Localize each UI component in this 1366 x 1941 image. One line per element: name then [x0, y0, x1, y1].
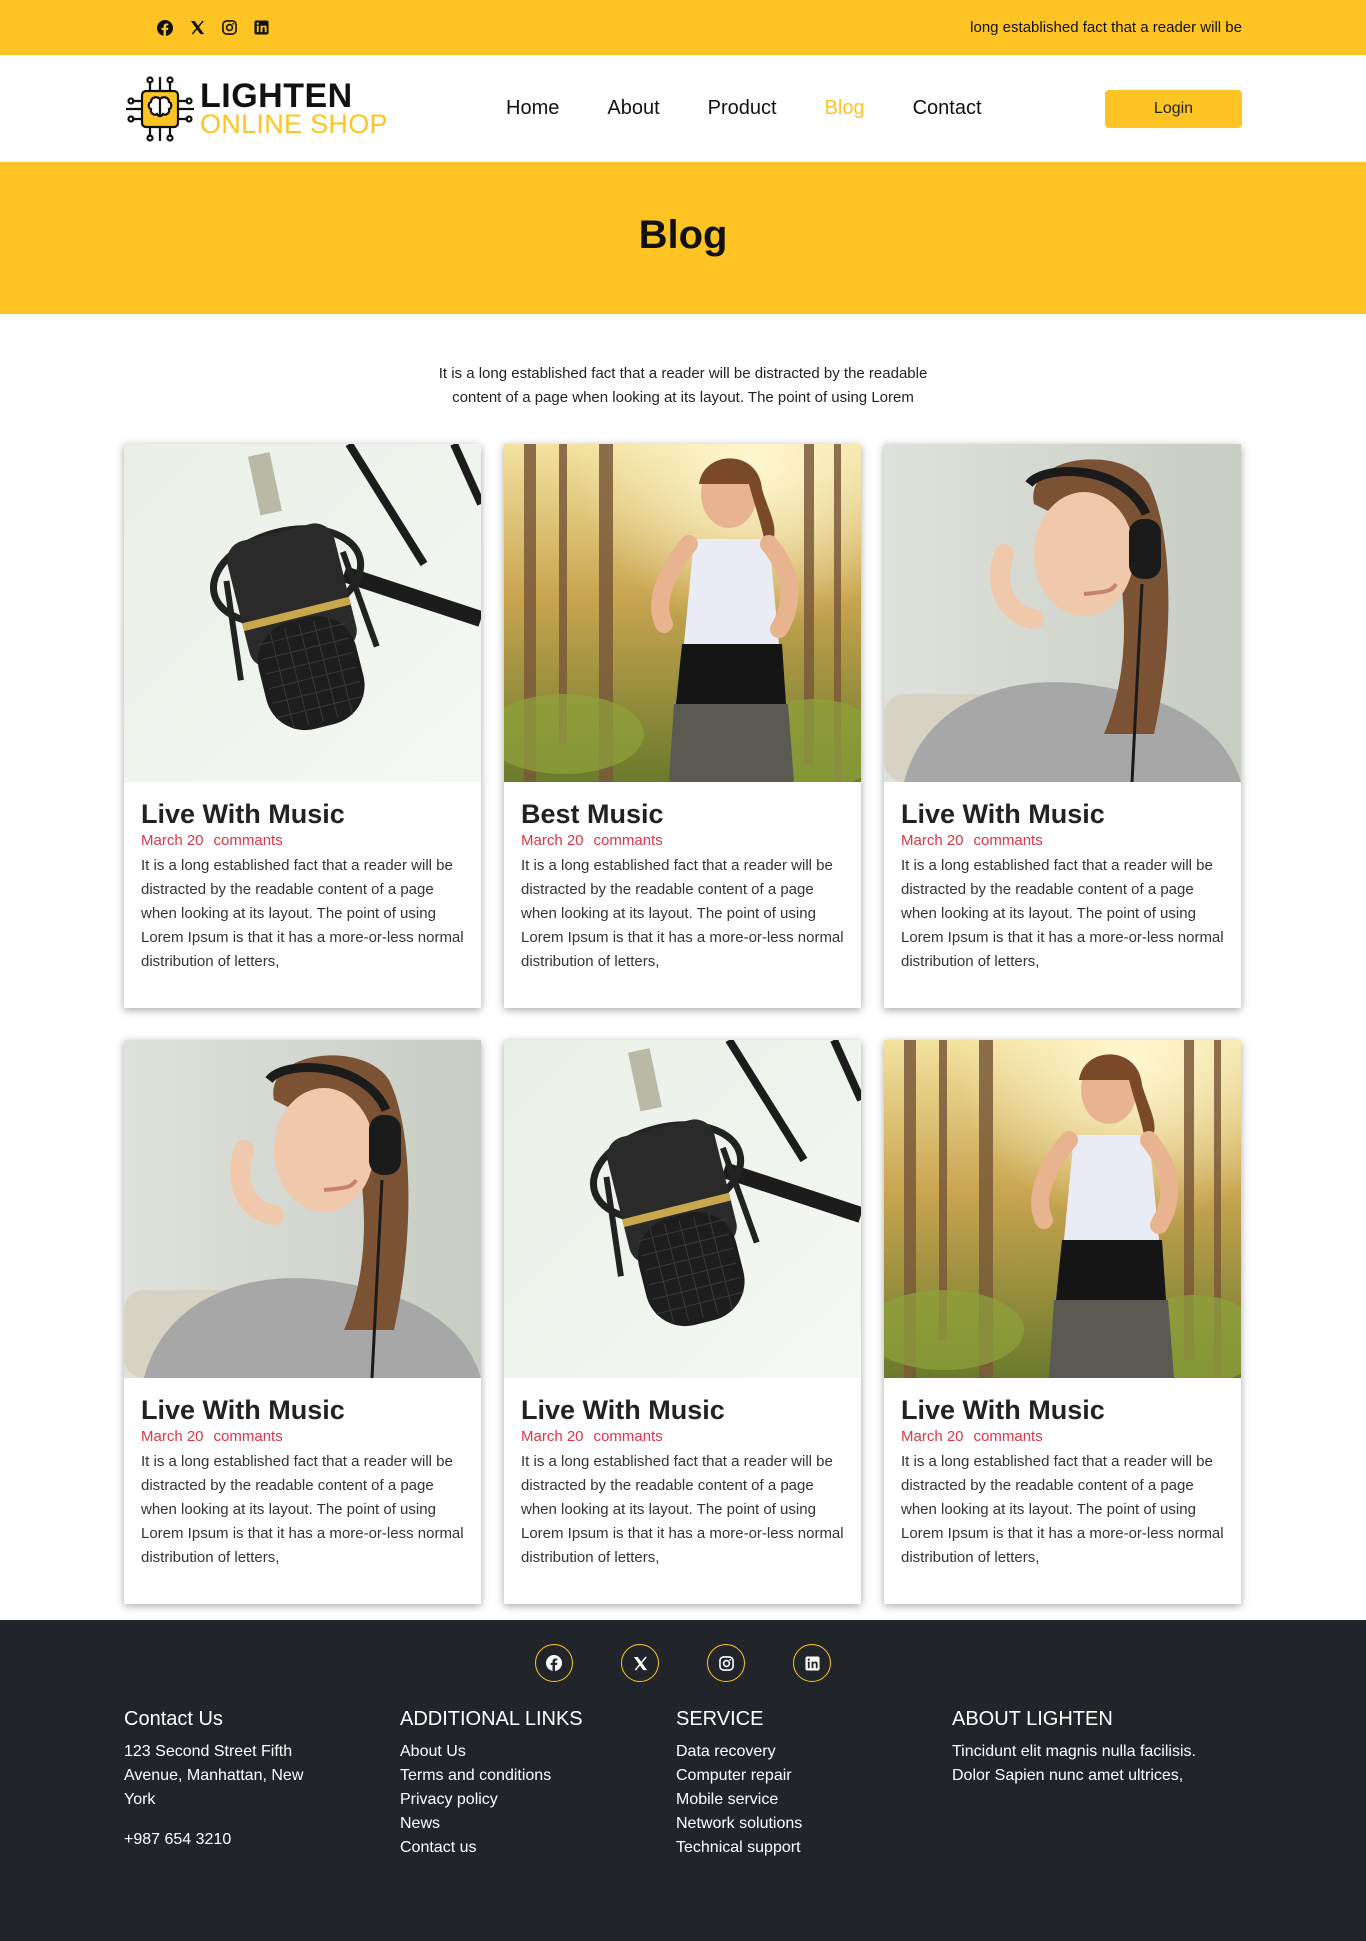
blog-card-date: March 20	[901, 1428, 964, 1445]
footer-service-heading: SERVICE	[676, 1708, 764, 1730]
blog-card[interactable]: Live With Music March 20 commants It is a l…	[504, 1040, 861, 1604]
footer-service-network[interactable]: Network solutions	[676, 1812, 922, 1836]
blog-card-excerpt: It is a long established fact that a rea…	[521, 857, 844, 970]
logo-subtitle: ONLINE SHOP	[200, 109, 388, 139]
nav-product[interactable]: Product	[708, 97, 777, 120]
x-twitter-icon[interactable]	[621, 1644, 659, 1682]
linkedin-icon[interactable]	[252, 19, 270, 37]
top-social-links	[124, 19, 270, 37]
blog-card[interactable]: Live With Music March 20 commants It is a l…	[124, 444, 481, 1008]
blog-card-comments-link[interactable]: commants	[214, 832, 283, 849]
blog-card-body: Live With Music March 20 commants It is a l…	[124, 1378, 481, 1570]
blog-card-meta: March 20 commants	[521, 1427, 844, 1446]
blog-card-title[interactable]: Live With Music	[141, 797, 464, 831]
blog-card-meta: March 20 commants	[901, 1427, 1224, 1446]
footer-service-computer-repair[interactable]: Computer repair	[676, 1764, 922, 1788]
site-header: LIGHTEN ONLINE SHOP Home About Product B…	[0, 55, 1366, 162]
circuit-brain-logo-icon	[126, 75, 194, 142]
top-bar-text: long established fact that a reader will…	[970, 19, 1242, 36]
footer-link-privacy[interactable]: Privacy policy	[400, 1788, 646, 1812]
blog-card-date: March 20	[141, 1428, 204, 1445]
linkedin-icon[interactable]	[793, 1644, 831, 1682]
blog-card[interactable]: Best Music March 20 commants It is a long e…	[504, 444, 861, 1008]
blog-grid: Live With Music March 20 commants It is a l…	[124, 444, 1242, 1620]
nav-home[interactable]: Home	[506, 97, 559, 120]
blog-card-comments-link[interactable]: commants	[214, 1428, 283, 1445]
blog-card-body: Live With Music March 20 commants It is a l…	[124, 782, 481, 974]
blog-card-excerpt: It is a long established fact that a rea…	[901, 1453, 1224, 1566]
blog-card-date: March 20	[521, 832, 584, 849]
nav-contact[interactable]: Contact	[913, 97, 982, 120]
footer-link-news[interactable]: News	[400, 1812, 646, 1836]
logo-title: LIGHTEN	[200, 77, 353, 115]
x-twitter-icon[interactable]	[188, 19, 206, 37]
blog-card-meta: March 20 commants	[141, 831, 464, 850]
footer-about-text: Tincidunt elit magnis nulla facilisis. D…	[952, 1743, 1196, 1784]
blog-card-image[interactable]	[504, 444, 861, 782]
footer-contact-heading: Contact Us	[124, 1708, 223, 1730]
top-bar: long established fact that a reader will…	[0, 0, 1366, 55]
footer-about-heading: ABOUT LIGHTEN	[952, 1708, 1113, 1730]
page-title: Blog	[638, 212, 728, 257]
footer-link-terms[interactable]: Terms and conditions	[400, 1764, 646, 1788]
blog-card-image[interactable]	[504, 1040, 861, 1378]
blog-card-image[interactable]	[124, 444, 481, 782]
login-button[interactable]: Login	[1105, 89, 1242, 128]
footer-service: SERVICE Data recovery Computer repair Mo…	[676, 1708, 952, 1860]
nav-about[interactable]: About	[607, 97, 659, 120]
instagram-icon[interactable]	[707, 1644, 745, 1682]
blog-card-body: Best Music March 20 commants It is a long e…	[504, 782, 861, 974]
footer-link-about[interactable]: About Us	[400, 1740, 646, 1764]
blog-card-date: March 20	[901, 832, 964, 849]
blog-card-title[interactable]: Live With Music	[901, 1393, 1224, 1427]
footer-link-contact[interactable]: Contact us	[400, 1836, 646, 1860]
blog-card-meta: March 20 commants	[141, 1427, 464, 1446]
instagram-icon[interactable]	[220, 19, 238, 37]
blog-card-excerpt: It is a long established fact that a rea…	[901, 857, 1224, 970]
footer-contact: Contact Us 123 Second Street Fifth Avenu…	[124, 1708, 400, 1860]
blog-card-meta: March 20 commants	[521, 831, 844, 850]
nav-blog[interactable]: Blog	[825, 97, 865, 120]
blog-card[interactable]: Live With Music March 20 commants It is a l…	[124, 1040, 481, 1604]
blog-card[interactable]: Live With Music March 20 commants It is a l…	[884, 444, 1241, 1008]
blog-card-image[interactable]	[884, 1040, 1241, 1378]
blog-card-excerpt: It is a long established fact that a rea…	[141, 1453, 464, 1566]
blog-card-date: March 20	[521, 1428, 584, 1445]
footer-service-data-recovery[interactable]: Data recovery	[676, 1740, 922, 1764]
site-footer: Contact Us 123 Second Street Fifth Avenu…	[0, 1620, 1366, 1941]
footer-service-mobile[interactable]: Mobile service	[676, 1788, 922, 1812]
blog-card-excerpt: It is a long established fact that a rea…	[521, 1453, 844, 1566]
blog-card-title[interactable]: Live With Music	[901, 797, 1224, 831]
blog-card-meta: March 20 commants	[901, 831, 1224, 850]
blog-card-title[interactable]: Best Music	[521, 797, 844, 831]
footer-additional-links: ADDITIONAL LINKS About Us Terms and cond…	[400, 1708, 676, 1860]
logo[interactable]: LIGHTEN ONLINE SHOP	[124, 73, 454, 145]
blog-card-title[interactable]: Live With Music	[521, 1393, 844, 1427]
main-nav: Home About Product Blog Contact	[506, 97, 982, 120]
footer-service-support[interactable]: Technical support	[676, 1836, 922, 1860]
blog-card-excerpt: It is a long established fact that a rea…	[141, 857, 464, 970]
blog-card-comments-link[interactable]: commants	[594, 832, 663, 849]
footer-phone[interactable]: +987 654 3210	[124, 1828, 370, 1852]
blog-card-body: Live With Music March 20 commants It is a l…	[884, 782, 1241, 974]
intro-text: It is a long established fact that a rea…	[438, 365, 928, 406]
blog-card-title[interactable]: Live With Music	[141, 1393, 464, 1427]
blog-card[interactable]: Live With Music March 20 commants It is a l…	[884, 1040, 1241, 1604]
page-hero: Blog	[0, 162, 1366, 314]
footer-address: 123 Second Street Fifth Avenue, Manhatta…	[124, 1743, 304, 1808]
blog-card-body: Live With Music March 20 commants It is a l…	[884, 1378, 1241, 1570]
blog-card-body: Live With Music March 20 commants It is a l…	[504, 1378, 861, 1570]
blog-card-image[interactable]	[124, 1040, 481, 1378]
blog-card-date: March 20	[141, 832, 204, 849]
footer-about: ABOUT LIGHTEN Tincidunt elit magnis null…	[952, 1708, 1242, 1860]
facebook-icon[interactable]	[535, 1644, 573, 1682]
facebook-icon[interactable]	[156, 19, 174, 37]
blog-card-image[interactable]	[884, 444, 1241, 782]
blog-card-comments-link[interactable]: commants	[974, 832, 1043, 849]
blog-card-comments-link[interactable]: commants	[594, 1428, 663, 1445]
footer-social-links	[124, 1644, 1242, 1682]
blog-card-comments-link[interactable]: commants	[974, 1428, 1043, 1445]
footer-links-heading: ADDITIONAL LINKS	[400, 1708, 583, 1730]
